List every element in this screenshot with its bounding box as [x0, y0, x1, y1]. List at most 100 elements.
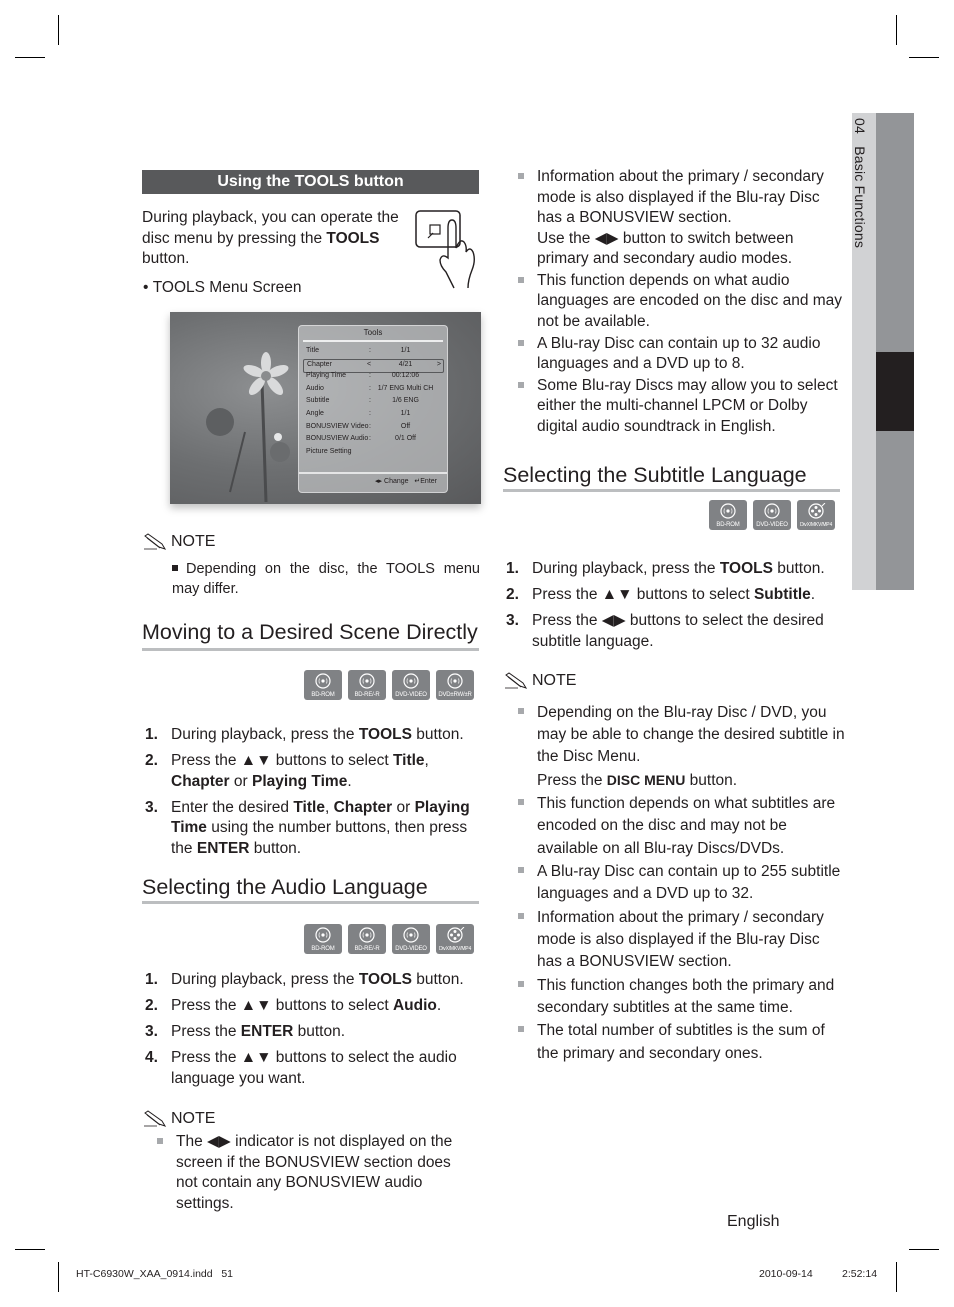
step-text: Enter the desired	[171, 798, 294, 816]
tools-row-value: 1/7 ENG Multi CH	[377, 384, 434, 392]
step-keyword: TOOLS	[358, 726, 412, 743]
page-language: English	[727, 1213, 780, 1230]
tools-section-banner: Using the TOOLS button	[142, 170, 479, 194]
note-item: Some Blu-ray Discs may allow you to sele…	[517, 376, 847, 438]
step-text: button.	[772, 560, 825, 577]
file-name: HT-C6930W_XAA_0914.indd 51	[76, 1268, 234, 1280]
step-item: 1. During playback, press the TOOLS butto…	[503, 559, 843, 580]
separator: :	[369, 397, 371, 405]
chapter-tab-label: 04 Basic Functions	[852, 118, 876, 418]
note-item: The total number of subtitles is the sum…	[517, 1020, 847, 1064]
enter-hint: Enter	[420, 478, 437, 485]
note-item: Depending on the Blu-ray Disc / DVD, you…	[517, 702, 847, 792]
disc-type-badge: BD-RE/-R	[348, 924, 386, 954]
intro-bold: TOOLS	[326, 229, 380, 247]
right-arrow-icon: >	[436, 360, 441, 368]
tools-menu-row[interactable]: Subtitle: 1/6 ENG	[306, 396, 441, 408]
note-text: This function depends on what audio lang…	[537, 271, 843, 330]
note-heading: NOTE	[143, 533, 215, 551]
badge-label: DVD±RW/±R	[438, 692, 472, 698]
scene-steps: 1. During playback, press the TOOLS butto…	[142, 725, 477, 865]
step-text: Press the ▲▼ buttons to select	[171, 997, 393, 1014]
step-keyword: Chapter	[171, 772, 230, 790]
audio-disc-badges: BD-ROM BD-RE/-R DVD-VIDEO DivX/MKV/MP4	[304, 924, 474, 954]
disc-icon	[447, 673, 463, 689]
tools-menu-row[interactable]: BONUSVIEW Audio: 0/1 Off	[306, 434, 441, 446]
tools-menu-row[interactable]: Playing Time: 00:12:06	[306, 371, 441, 383]
note-label: NOTE	[532, 672, 577, 689]
step-item: 2. Press the ▲▼ buttons to select Subtitl…	[503, 585, 843, 606]
tools-menu-screen-bullet: • TOOLS Menu Screen	[143, 278, 302, 299]
step-text: During playback, press the	[171, 726, 359, 743]
badge-label: DVD-VIDEO	[395, 692, 427, 698]
separator: :	[369, 347, 371, 354]
disc-icon	[359, 673, 375, 689]
disc-icon	[764, 503, 780, 519]
tools-menu-row[interactable]: Picture Setting	[306, 447, 441, 459]
crop-mark	[909, 1249, 939, 1250]
badge-label: BD-ROM	[311, 946, 335, 952]
tools-row-value: 0/1 Off	[395, 435, 416, 443]
note-item: A Blu-ray Disc can contain up to 255 sub…	[517, 861, 847, 905]
step-text: During playback, press the	[171, 971, 359, 988]
disc-type-badge: DVD-VIDEO	[392, 924, 430, 954]
note-text: The ◀▶ indicator is not displayed on the…	[176, 1133, 453, 1212]
step-keyword: ENTER	[240, 1023, 294, 1040]
step-number: 2.	[145, 997, 158, 1014]
note-label: NOTE	[171, 1110, 216, 1127]
step-keyword: ENTER	[196, 839, 250, 857]
tools-menu-row[interactable]: Angle: 1/1	[306, 409, 441, 421]
disc-type-badge: DVD-VIDEO	[392, 670, 430, 700]
crop-mark	[58, 15, 59, 45]
tools-row-label: BONUSVIEW Audio	[306, 435, 369, 443]
step-item: 4. Press the ▲▼ buttons to select the aud…	[142, 1048, 477, 1089]
note-bullet	[172, 565, 178, 571]
badge-label: DVD-VIDEO	[756, 522, 788, 528]
tools-menu-title: Tools	[363, 328, 383, 337]
tools-menu-screenshot: Tools Title: 1/1 Chapter <4/21 > Playing Time…	[170, 312, 481, 504]
note-label: NOTE	[171, 533, 216, 550]
step-number: 3.	[145, 1023, 158, 1040]
step-keyword: TOOLS	[358, 971, 412, 988]
disc-icon	[403, 673, 419, 689]
audio-notes: The ◀▶ indicator is not displayed on the…	[156, 1132, 466, 1215]
tools-menu-panel: Tools Title: 1/1 Chapter <4/21 > Playing Time…	[298, 325, 448, 493]
step-keyword: Subtitle	[753, 586, 811, 603]
step-item: 3. Press the ◀▶ buttons to select the des…	[503, 611, 843, 652]
crop-mark	[896, 15, 897, 45]
crop-mark	[58, 1262, 59, 1292]
tools-menu-row[interactable]: Title: 1/1	[306, 346, 441, 358]
disc-type-badge: DVD±RW/±R	[436, 670, 474, 700]
step-keyword: Chapter	[333, 798, 393, 816]
tools-row-label: Audio	[306, 384, 324, 392]
step-text: or	[392, 798, 415, 816]
step-text: .	[810, 586, 816, 603]
note-heading: NOTE	[504, 672, 576, 690]
separator: :	[369, 422, 371, 430]
note-text: A Blu-ray Disc can contain up to 32 audi…	[537, 334, 821, 373]
step-text: Press the ▲▼ buttons to select	[532, 586, 754, 603]
step-number: 2.	[145, 752, 158, 769]
step-text: Press the ▲▼ buttons to select the audio…	[171, 1049, 457, 1087]
disc-type-badge: BD-ROM	[304, 670, 342, 700]
tools-menu-footer: ◂▸ Change ↵Enter	[299, 472, 447, 492]
badge-label: DivX/MKV/MP4	[799, 522, 833, 528]
separator: :	[369, 372, 371, 380]
separator: :	[369, 384, 371, 392]
disc-icon	[720, 503, 736, 519]
intro-text: button.	[142, 250, 190, 267]
disc-icon	[315, 673, 331, 689]
note-text: This function changes both the primary a…	[537, 976, 835, 1016]
tools-intro: During playback, you can operate the dis…	[142, 208, 407, 270]
tools-row-label: Subtitle	[306, 397, 330, 405]
disc-icon	[359, 927, 375, 943]
tools-menu-row[interactable]: BONUSVIEW Video: Off	[306, 422, 441, 434]
step-item: 2. Press the ▲▼ buttons to select Title, …	[142, 751, 477, 792]
print-time: 2:52:14	[842, 1268, 878, 1280]
disc-icon	[403, 927, 419, 943]
step-keyword: Audio	[392, 997, 437, 1014]
tools-menu-row[interactable]: Audio:1/7 ENG Multi CH	[306, 384, 441, 396]
note-text: Some Blu-ray Discs may allow you to sele…	[537, 376, 838, 435]
chapter-number: 04	[852, 118, 868, 134]
step-item: 1. During playback, press the TOOLS butto…	[142, 970, 477, 991]
